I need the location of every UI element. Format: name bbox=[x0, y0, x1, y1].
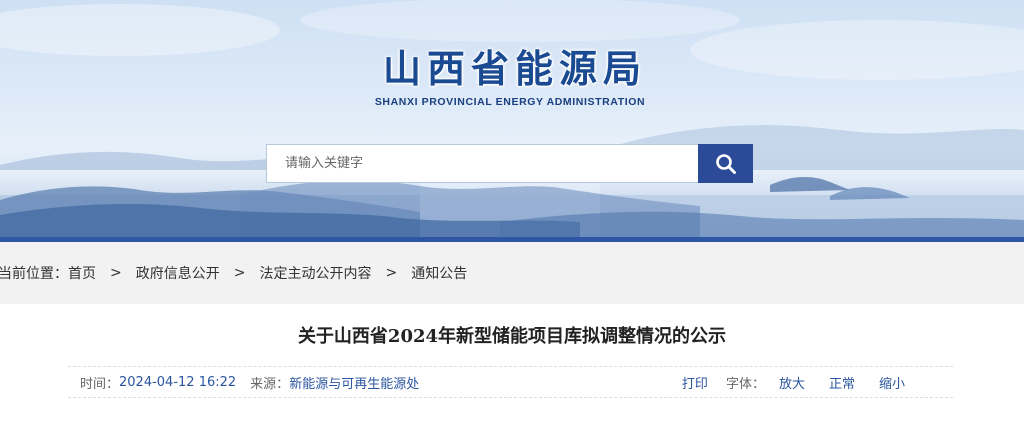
source-value: 新能源与可再生能源处 bbox=[289, 376, 420, 392]
article-meta-bar: 时间： 2024-04-12 16:22 来源： 新能源与可再生能源处 打印 字… bbox=[68, 366, 953, 398]
breadcrumb-home[interactable]: 首页 bbox=[68, 263, 96, 283]
source-label: 来源： bbox=[250, 376, 290, 392]
header-banner: 山西省能源局 SHANXI PROVINCIAL ENERGY ADMINIST… bbox=[0, 0, 1024, 237]
article-title: 关于山西省2024年新型储能项目库拟调整情况的公示 bbox=[297, 326, 727, 347]
breadcrumb-lead: 当前位置： bbox=[0, 266, 68, 282]
publish-time: 2024-04-12 16:22 bbox=[119, 374, 237, 390]
breadcrumb-notices[interactable]: 通知公告 bbox=[411, 263, 467, 283]
breadcrumb-gov-info[interactable]: 政府信息公开 bbox=[136, 263, 220, 283]
breadcrumb-separator: > bbox=[385, 265, 398, 281]
time-label: 时间： bbox=[80, 376, 120, 392]
breadcrumb-separator: > bbox=[110, 265, 122, 281]
breadcrumb-separator: > bbox=[233, 265, 246, 281]
breadcrumb-statutory-disclosure[interactable]: 法定主动公开内容 bbox=[259, 263, 371, 283]
landscape-background bbox=[0, 0, 1024, 237]
search-bar bbox=[266, 144, 753, 183]
font-large-link[interactable]: 放大 bbox=[779, 373, 805, 392]
print-link[interactable]: 打印 bbox=[682, 373, 708, 392]
search-input[interactable] bbox=[266, 144, 698, 183]
search-button[interactable] bbox=[698, 144, 753, 183]
font-small-link[interactable]: 缩小 bbox=[879, 373, 905, 392]
font-size-label: 字体： bbox=[725, 376, 765, 392]
site-subtitle: SHANXI PROVINCIAL ENERGY ADMINISTRATION bbox=[374, 96, 646, 108]
font-normal-link[interactable]: 正常 bbox=[829, 373, 855, 392]
site-title: 山西省能源局 bbox=[382, 47, 647, 91]
breadcrumb: 当前位置： 首页 > 政府信息公开 > 法定主动公开内容 > 通知公告 bbox=[0, 242, 1024, 304]
search-icon bbox=[715, 153, 736, 174]
